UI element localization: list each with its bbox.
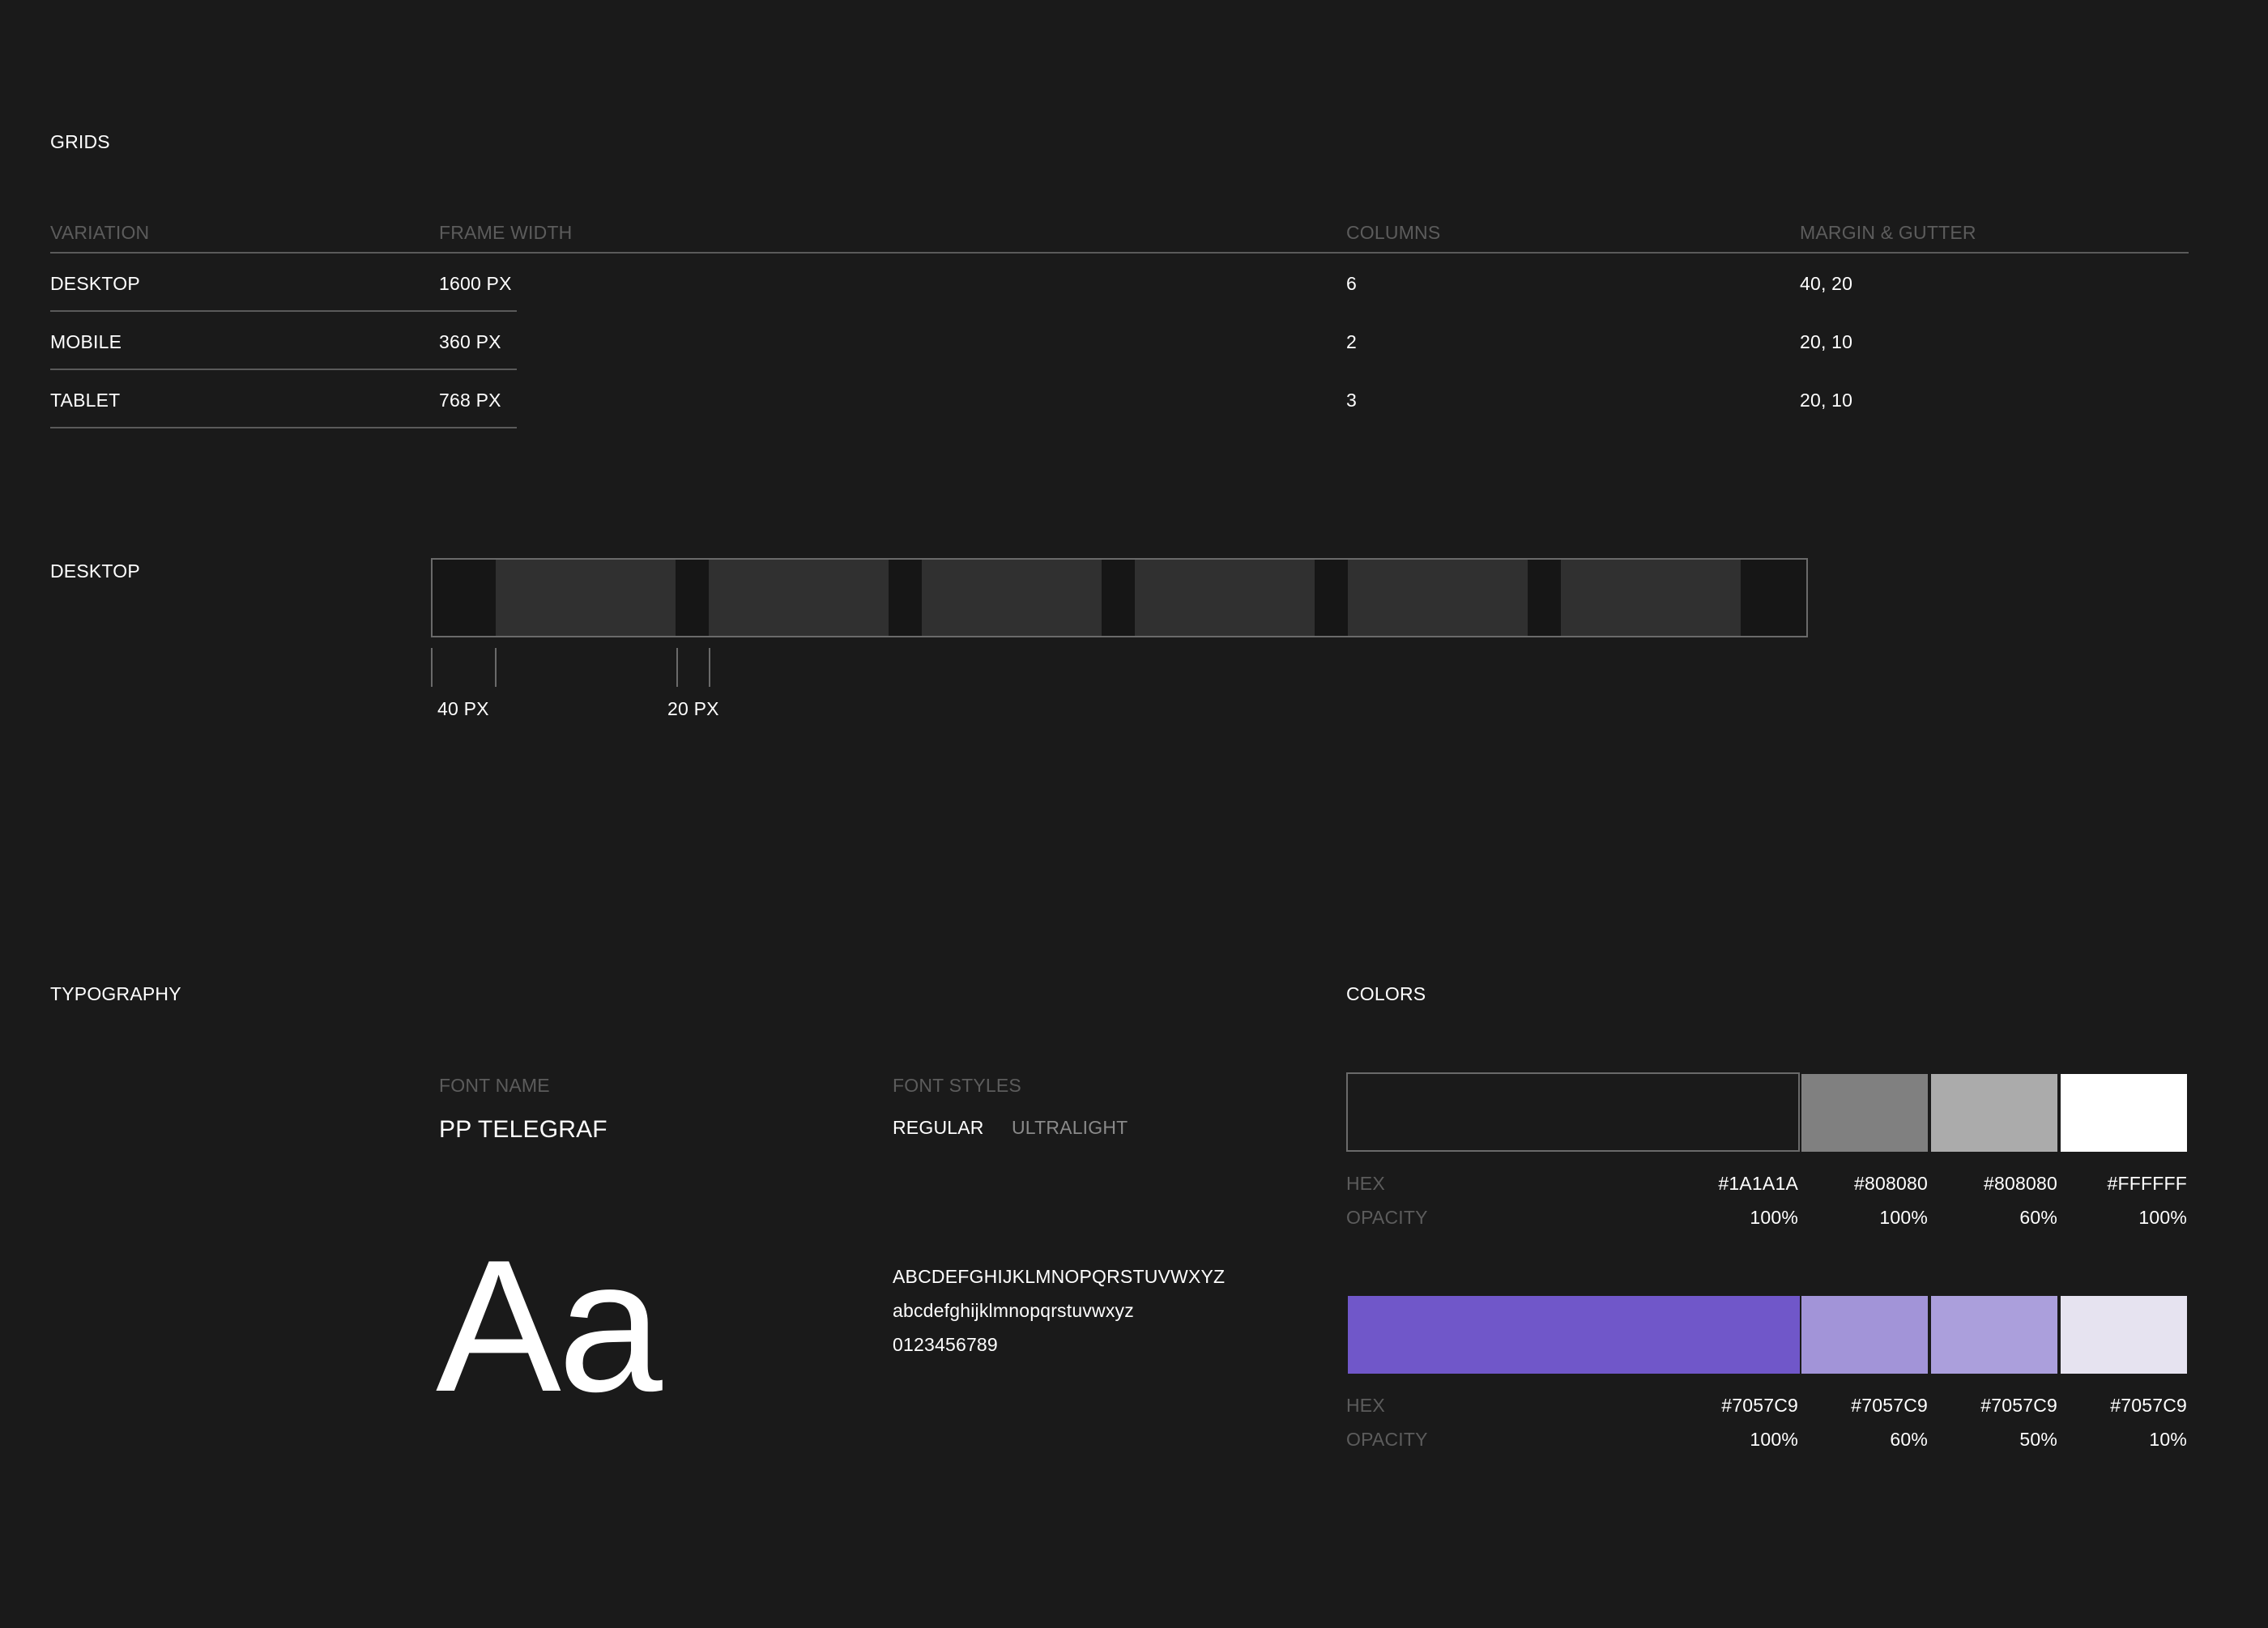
hex-value: #7057C9 bbox=[1851, 1395, 1928, 1416]
font-style-regular: REGULAR bbox=[893, 1117, 984, 1138]
hex-label: HEX bbox=[1346, 1395, 1385, 1416]
hex-value: #808080 bbox=[1984, 1173, 2057, 1194]
grid-column bbox=[922, 560, 1102, 636]
color-swatch bbox=[1346, 1072, 1800, 1152]
grid-column bbox=[496, 560, 676, 636]
cell-frame-width: 1600 PX bbox=[439, 273, 512, 294]
margin-marker-end bbox=[495, 648, 497, 687]
color-swatch bbox=[2061, 1074, 2187, 1152]
grids-section-title: GRIDS bbox=[50, 131, 110, 152]
grid-column bbox=[1348, 560, 1528, 636]
font-style-ultralight: ULTRALIGHT bbox=[1012, 1117, 1128, 1138]
cell-variation: TABLET bbox=[50, 390, 121, 411]
hex-value: #7057C9 bbox=[1980, 1395, 2057, 1416]
cell-columns: 2 bbox=[1346, 331, 1357, 352]
row-divider bbox=[50, 310, 517, 312]
hex-value: #1A1A1A bbox=[1718, 1173, 1798, 1194]
lowercase-alphabet: abcdefghijklmnopqrstuvwxyz bbox=[893, 1300, 1134, 1321]
cell-margin-gutter: 40, 20 bbox=[1800, 273, 1853, 294]
opacity-value: 100% bbox=[1750, 1207, 1798, 1228]
font-name: PP TELEGRAF bbox=[439, 1116, 608, 1143]
type-specimen: Aa bbox=[436, 1221, 663, 1431]
header-variation: VARIATION bbox=[50, 222, 150, 243]
margin-label: 40 PX bbox=[437, 698, 489, 719]
colors-section-title: COLORS bbox=[1346, 983, 1426, 1004]
opacity-label: OPACITY bbox=[1346, 1429, 1428, 1450]
opacity-value: 50% bbox=[2019, 1429, 2057, 1450]
grid-column bbox=[709, 560, 889, 636]
table-header-divider bbox=[50, 252, 2189, 254]
cell-margin-gutter: 20, 10 bbox=[1800, 331, 1853, 352]
cell-frame-width: 360 PX bbox=[439, 331, 501, 352]
opacity-value: 100% bbox=[1879, 1207, 1928, 1228]
uppercase-alphabet: ABCDEFGHIJKLMNOPQRSTUVWXYZ bbox=[893, 1266, 1226, 1287]
row-divider bbox=[50, 427, 517, 428]
row-divider bbox=[50, 369, 517, 370]
gutter-marker-start bbox=[676, 648, 678, 687]
opacity-value: 60% bbox=[2019, 1207, 2057, 1228]
hex-value: #FFFFFF bbox=[2107, 1173, 2187, 1194]
header-margin-gutter: MARGIN & GUTTER bbox=[1800, 222, 1976, 243]
desktop-grid-preview bbox=[431, 558, 1808, 637]
cell-margin-gutter: 20, 10 bbox=[1800, 390, 1853, 411]
color-swatch bbox=[1801, 1296, 1928, 1374]
grid-column bbox=[1561, 560, 1741, 636]
desktop-grid-label: DESKTOP bbox=[50, 560, 140, 582]
cell-columns: 6 bbox=[1346, 273, 1357, 294]
opacity-value: 100% bbox=[1750, 1429, 1798, 1450]
opacity-label: OPACITY bbox=[1346, 1207, 1428, 1228]
opacity-value: 60% bbox=[1890, 1429, 1928, 1450]
hex-value: #808080 bbox=[1854, 1173, 1928, 1194]
hex-value: #7057C9 bbox=[2110, 1395, 2187, 1416]
opacity-value: 100% bbox=[2138, 1207, 2187, 1228]
cell-frame-width: 768 PX bbox=[439, 390, 501, 411]
color-swatch bbox=[1931, 1296, 2057, 1374]
grid-column bbox=[1135, 560, 1315, 636]
color-swatch bbox=[1801, 1074, 1928, 1152]
font-name-label: FONT NAME bbox=[439, 1075, 550, 1096]
color-swatch bbox=[1931, 1074, 2057, 1152]
opacity-value: 10% bbox=[2149, 1429, 2187, 1450]
cell-columns: 3 bbox=[1346, 390, 1357, 411]
color-swatch bbox=[1348, 1296, 1800, 1374]
header-frame-width: FRAME WIDTH bbox=[439, 222, 573, 243]
font-styles-label: FONT STYLES bbox=[893, 1075, 1021, 1096]
digits: 0123456789 bbox=[893, 1334, 998, 1355]
color-swatch bbox=[2061, 1296, 2187, 1374]
gutter-marker-end bbox=[709, 648, 710, 687]
margin-marker-start bbox=[431, 648, 433, 687]
hex-value: #7057C9 bbox=[1721, 1395, 1798, 1416]
header-columns: COLUMNS bbox=[1346, 222, 1441, 243]
gutter-label: 20 PX bbox=[667, 698, 719, 719]
typography-section-title: TYPOGRAPHY bbox=[50, 983, 181, 1004]
cell-variation: MOBILE bbox=[50, 331, 122, 352]
cell-variation: DESKTOP bbox=[50, 273, 140, 294]
hex-label: HEX bbox=[1346, 1173, 1385, 1194]
